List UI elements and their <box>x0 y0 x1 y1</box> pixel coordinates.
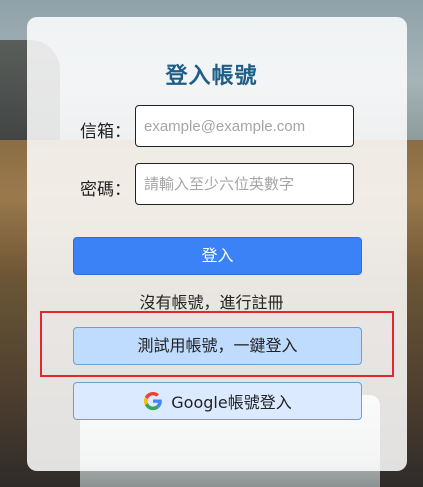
google-button-label: Google帳號登入 <box>171 393 292 412</box>
login-button[interactable]: 登入 <box>73 237 362 275</box>
highlight-box <box>40 311 394 377</box>
page-title: 登入帳號 <box>165 64 258 89</box>
password-field[interactable] <box>135 163 354 205</box>
register-link[interactable]: 沒有帳號，進行註冊 <box>0 289 423 313</box>
email-label: 信箱： <box>80 122 131 142</box>
password-label: 密碼： <box>80 180 131 200</box>
email-field[interactable] <box>135 105 354 147</box>
google-login-button[interactable]: Google帳號登入 <box>73 382 362 420</box>
google-g-icon <box>144 392 163 411</box>
